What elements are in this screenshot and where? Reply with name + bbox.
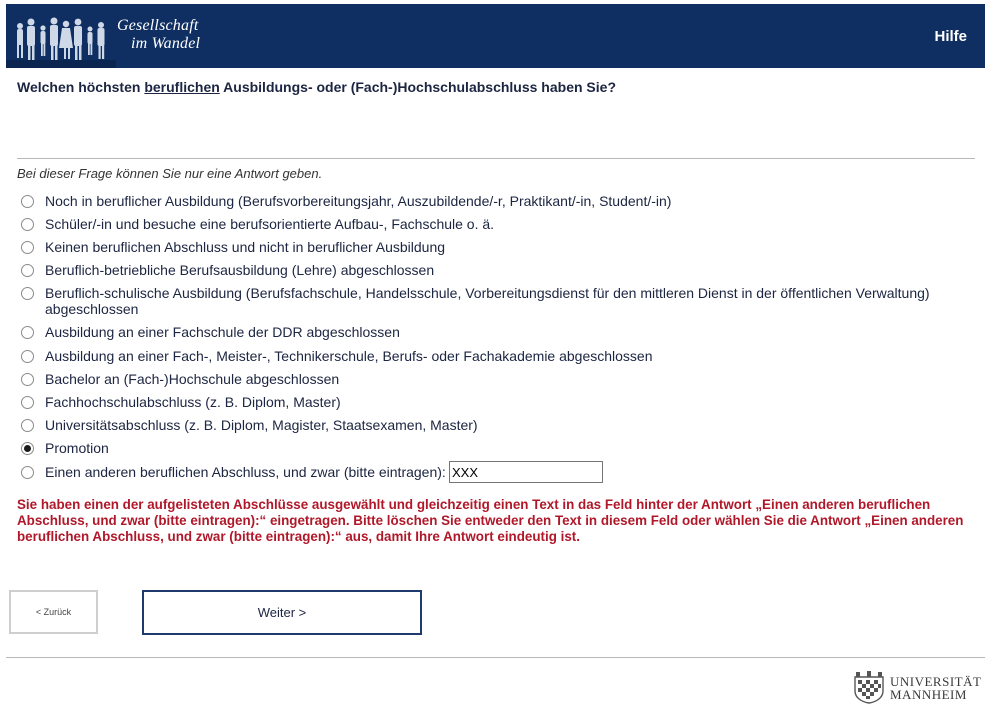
university-seal-icon: [854, 671, 884, 704]
radio-button[interactable]: [21, 264, 34, 277]
option-fachschule-ddr[interactable]: Ausbildung an einer Fachschule der DDR a…: [21, 324, 400, 340]
help-link[interactable]: Hilfe: [934, 28, 967, 45]
validation-error-message: Sie haben einen der aufgelisteten Abschl…: [17, 497, 964, 544]
radio-button[interactable]: [21, 396, 34, 409]
option-label: Keinen beruflichen Abschluss und nicht i…: [45, 239, 446, 255]
option-label: Beruflich-betriebliche Berufsausbildung …: [45, 262, 435, 278]
option-label: Beruflich-schulische Ausbildung (Berufsf…: [45, 285, 930, 317]
option-promotion[interactable]: Promotion: [21, 440, 109, 456]
people-silhouettes-icon: [6, 17, 116, 68]
option-schueler[interactable]: Schüler/-in und besuche eine berufsorien…: [21, 216, 494, 232]
option-label: Fachhochschulabschluss (z. B. Diplom, Ma…: [45, 394, 341, 410]
university-name: UNIVERSITÄT MANNHEIM: [890, 675, 981, 701]
option-label: Einen anderen beruflichen Abschluss, und…: [45, 464, 446, 480]
logo-text: Gesellschaft im Wandel: [117, 17, 200, 53]
radio-button[interactable]: [21, 373, 34, 386]
question-part-2: Ausbildungs- oder (Fach-)Hochschulabschl…: [219, 79, 616, 95]
back-button[interactable]: < Zurück: [9, 590, 98, 634]
radio-button[interactable]: [21, 287, 34, 300]
option-label: Bachelor an (Fach-)Hochschule abgeschlos…: [45, 371, 340, 387]
radio-button[interactable]: [21, 419, 34, 432]
radio-button-selected[interactable]: [21, 442, 34, 455]
question-part-1: Welchen höchsten: [17, 79, 145, 95]
other-degree-input[interactable]: [449, 461, 603, 483]
universitaet-mannheim-logo: UNIVERSITÄT MANNHEIM: [852, 670, 988, 706]
option-anderer-abschluss[interactable]: Einen anderen beruflichen Abschluss, und…: [21, 464, 446, 480]
radio-button[interactable]: [21, 195, 34, 208]
option-schulische-ausbildung[interactable]: Beruflich-schulische Ausbildung (Berufsf…: [21, 285, 945, 317]
question-underlined-word: beruflichen: [144, 79, 220, 95]
answer-hint: Bei dieser Frage können Sie nur eine Ant…: [17, 166, 323, 181]
logo-line-2: im Wandel: [131, 35, 201, 52]
next-button[interactable]: Weiter >: [142, 590, 422, 635]
question-divider: [17, 158, 975, 159]
question-text: Welchen höchsten beruflichen Ausbildungs…: [17, 79, 616, 95]
logo-line-1: Gesellschaft: [117, 17, 199, 34]
option-lehre[interactable]: Beruflich-betriebliche Berufsausbildung …: [21, 262, 434, 278]
gesellschaft-im-wandel-logo: Gesellschaft im Wandel: [6, 4, 236, 68]
option-in-ausbildung[interactable]: Noch in beruflicher Ausbildung (Berufsvo…: [21, 193, 671, 209]
radio-button[interactable]: [21, 241, 34, 254]
option-label: Ausbildung an einer Fach-, Meister-, Tec…: [45, 348, 653, 364]
footer-divider: [6, 657, 985, 658]
option-label: Promotion: [45, 440, 109, 456]
option-label: Universitätsabschluss (z. B. Diplom, Mag…: [45, 417, 478, 433]
option-kein-abschluss[interactable]: Keinen beruflichen Abschluss und nicht i…: [21, 239, 445, 255]
radio-button[interactable]: [21, 466, 34, 479]
option-meisterschule[interactable]: Ausbildung an einer Fach-, Meister-, Tec…: [21, 348, 653, 364]
radio-button[interactable]: [21, 218, 34, 231]
option-label: Schüler/-in und besuche eine berufsorien…: [45, 216, 495, 232]
header-bar: Gesellschaft im Wandel Hilfe: [6, 4, 985, 68]
option-fachhochschule[interactable]: Fachhochschulabschluss (z. B. Diplom, Ma…: [21, 394, 341, 410]
option-label: Ausbildung an einer Fachschule der DDR a…: [45, 324, 400, 340]
option-universitaet[interactable]: Universitätsabschluss (z. B. Diplom, Mag…: [21, 417, 478, 433]
radio-button[interactable]: [21, 350, 34, 363]
university-name-line-2: MANNHEIM: [890, 687, 967, 702]
option-bachelor[interactable]: Bachelor an (Fach-)Hochschule abgeschlos…: [21, 371, 339, 387]
option-label: Noch in beruflicher Ausbildung (Berufsvo…: [45, 193, 672, 209]
radio-button[interactable]: [21, 326, 34, 339]
